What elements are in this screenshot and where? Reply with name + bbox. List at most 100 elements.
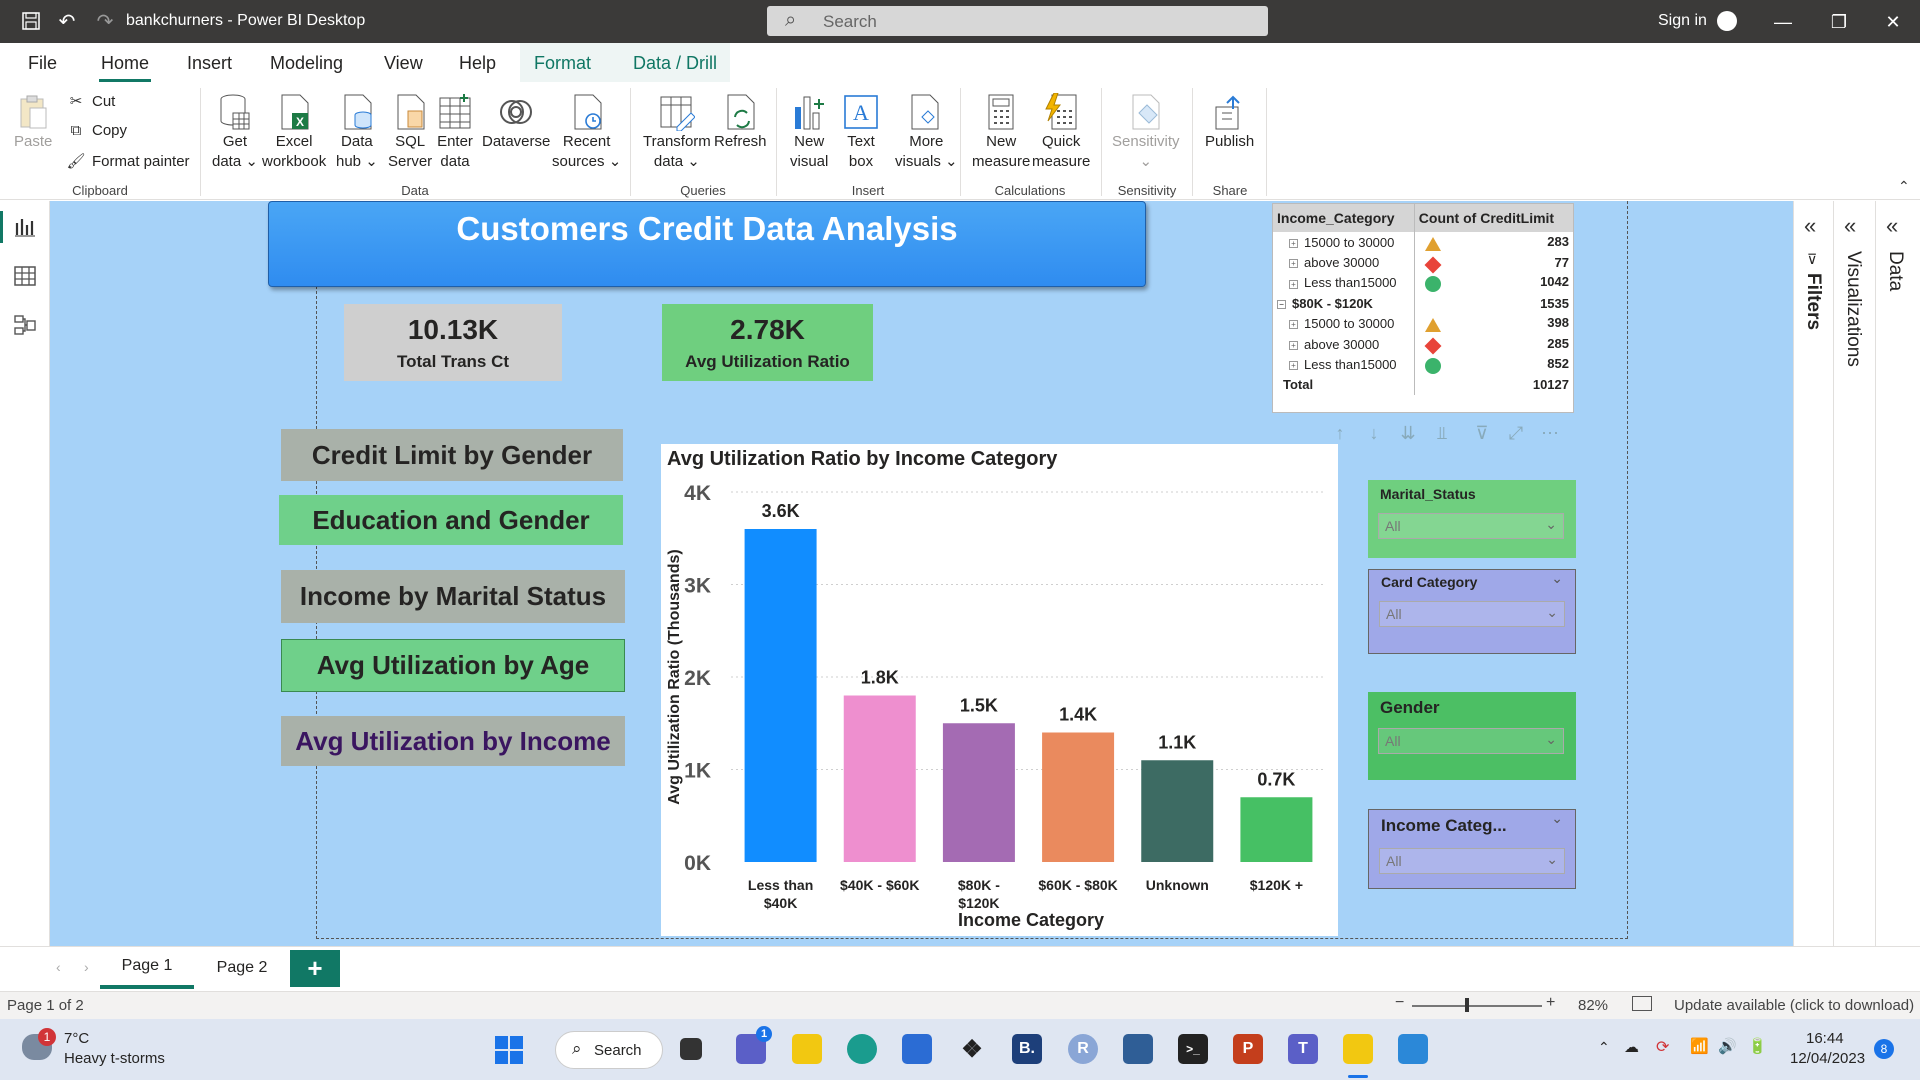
fit-to-page-icon[interactable] [1632, 996, 1652, 1011]
tray-chevron-icon[interactable]: ⌃ [1598, 1039, 1610, 1056]
tab-insert[interactable]: Insert [187, 53, 232, 74]
expand-icon[interactable]: + [1289, 320, 1298, 330]
slicer-card-category[interactable]: Card Category ⌄ All ⌄ [1368, 569, 1576, 654]
model-view-icon[interactable] [13, 313, 37, 337]
format-painter-button[interactable]: 🖌 Format painter [66, 152, 189, 171]
chat-icon[interactable]: 1 [736, 1026, 772, 1064]
report-view-icon[interactable] [13, 215, 37, 239]
terminal-icon[interactable]: >_ [1178, 1034, 1208, 1064]
r-icon[interactable]: R [1068, 1034, 1098, 1064]
tab-view[interactable]: View [384, 53, 423, 74]
page-tab-2[interactable]: Page 2 [200, 947, 284, 989]
new-visual-button[interactable]: New visual [790, 92, 828, 172]
expand-icon[interactable]: + [1289, 238, 1298, 248]
avatar[interactable] [1717, 11, 1737, 31]
cut-button[interactable]: ✂ Cut [66, 92, 116, 111]
task-view-icon[interactable] [680, 1038, 702, 1060]
save-icon[interactable] [18, 8, 44, 34]
store-icon[interactable] [902, 1034, 932, 1064]
chevron-down-icon[interactable]: ⌄ [1551, 570, 1563, 587]
publish-button[interactable]: Publish [1205, 92, 1254, 152]
tab-help[interactable]: Help [459, 53, 496, 74]
volume-icon[interactable]: 🔊 [1718, 1037, 1737, 1055]
photos-icon[interactable] [1398, 1034, 1428, 1064]
expand-pane-icon[interactable]: « [1886, 213, 1898, 239]
minimize-icon[interactable]: — [1770, 9, 1796, 35]
enter-data-button[interactable]: Enter data [436, 92, 474, 172]
focus-mode-icon[interactable]: ⤢ [1504, 421, 1528, 445]
collapse-ribbon-icon[interactable]: ⌃ [1898, 178, 1910, 195]
expand-icon[interactable]: + [1289, 361, 1298, 371]
matlab-icon[interactable] [1123, 1034, 1153, 1064]
nav-button-credit-limit-gender[interactable]: Credit Limit by Gender [281, 429, 623, 481]
nav-button-utilization-income[interactable]: Avg Utilization by Income [281, 716, 625, 766]
income-category-matrix[interactable]: Income_Category Count of CreditLimit +15… [1272, 203, 1574, 413]
onedrive-icon[interactable]: ☁ [1624, 1038, 1639, 1056]
tab-modeling[interactable]: Modeling [270, 53, 343, 74]
close-icon[interactable]: ✕ [1880, 9, 1906, 35]
tab-file[interactable]: File [28, 53, 57, 74]
more-visuals-button[interactable]: More visuals ⌄ [895, 92, 958, 172]
undo-icon[interactable]: ↶ [54, 8, 80, 34]
scroll-right-icon[interactable]: › [84, 959, 89, 975]
more-options-icon[interactable]: ⋯ [1538, 421, 1562, 445]
slicer-gender[interactable]: Gender All ⌄ [1368, 692, 1576, 780]
slicer-marital-status[interactable]: Marital_Status All ⌄ [1368, 480, 1576, 558]
weather-widget[interactable]: 1 7°C Heavy t-storms [22, 1028, 182, 1072]
power-bi-icon[interactable] [1343, 1034, 1373, 1064]
dropbox-icon[interactable]: ❖ [957, 1034, 987, 1064]
get-data-button[interactable]: Get data ⌄ [212, 92, 258, 172]
slicer-income-category[interactable]: Income Categ... ⌄ All ⌄ [1368, 809, 1576, 889]
expand-pane-icon[interactable]: « [1844, 213, 1856, 239]
data-hub-button[interactable]: Data hub ⌄ [336, 92, 378, 172]
app-b-icon[interactable]: B. [1012, 1034, 1042, 1064]
nav-button-education-gender[interactable]: Education and Gender [279, 495, 623, 545]
paste-button[interactable]: Paste [14, 92, 52, 152]
zoom-in-icon[interactable]: + [1546, 994, 1555, 1012]
text-box-button[interactable]: A Text box [842, 92, 880, 172]
restore-icon[interactable]: ❐ [1826, 9, 1852, 35]
add-page-button[interactable]: + [290, 950, 340, 987]
table-view-icon[interactable] [13, 264, 37, 288]
refresh-button[interactable]: Refresh [714, 92, 767, 152]
sync-icon[interactable]: ⟳ [1656, 1037, 1669, 1057]
recent-sources-button[interactable]: Recent sources ⌄ [552, 92, 621, 172]
dataverse-button[interactable]: Dataverse [482, 92, 550, 152]
wifi-icon[interactable]: 📶 [1690, 1037, 1709, 1055]
tab-format[interactable]: Format [534, 53, 591, 74]
new-measure-button[interactable]: New measure [972, 92, 1030, 172]
drill-up-icon[interactable]: ↑ [1328, 421, 1352, 445]
sql-server-button[interactable]: SQL Server [388, 92, 432, 172]
start-button[interactable] [495, 1036, 523, 1064]
battery-icon[interactable]: 🔋 [1748, 1037, 1767, 1055]
next-level-icon[interactable]: ⇊ [1396, 421, 1420, 445]
zoom-slider-thumb[interactable] [1465, 998, 1469, 1012]
drill-down-icon[interactable]: ↓ [1362, 421, 1386, 445]
data-pane-collapsed[interactable]: « Data [1875, 201, 1915, 946]
slicer-dropdown[interactable]: All ⌄ [1378, 728, 1564, 754]
filters-pane-collapsed[interactable]: « ⊽ Filters [1793, 201, 1833, 946]
zoom-level[interactable]: 82% [1578, 997, 1608, 1014]
taskbar-search[interactable]: ⌕ Search [555, 1031, 663, 1069]
notification-badge[interactable]: 8 [1874, 1039, 1894, 1059]
zoom-slider[interactable] [1412, 1005, 1542, 1007]
teams-icon[interactable]: T [1288, 1034, 1318, 1064]
filter-icon[interactable]: ⊽ [1470, 421, 1494, 445]
matrix-header[interactable]: Income_Category [1273, 204, 1415, 232]
edge-icon[interactable] [847, 1034, 877, 1064]
scroll-left-icon[interactable]: ‹ [56, 959, 61, 975]
clock-date[interactable]: 12/04/2023 [1790, 1050, 1865, 1067]
redo-icon[interactable]: ↷ [92, 8, 118, 34]
sign-in-link[interactable]: Sign in [1658, 12, 1707, 30]
chevron-down-icon[interactable]: ⌄ [1551, 810, 1563, 827]
excel-workbook-button[interactable]: X Excel workbook [262, 92, 326, 172]
transform-data-button[interactable]: Transform data ⌄ [643, 92, 711, 172]
matrix-header[interactable]: Count of CreditLimit [1414, 204, 1573, 232]
expand-icon[interactable]: + [1289, 279, 1298, 289]
zoom-out-icon[interactable]: − [1395, 994, 1404, 1012]
expand-pane-icon[interactable]: « [1804, 213, 1816, 239]
slicer-dropdown[interactable]: All ⌄ [1379, 601, 1565, 627]
tab-home[interactable]: Home [101, 53, 149, 74]
search-input[interactable]: ⌕ Search [767, 6, 1268, 36]
copy-button[interactable]: ⧉ Copy [66, 122, 127, 139]
